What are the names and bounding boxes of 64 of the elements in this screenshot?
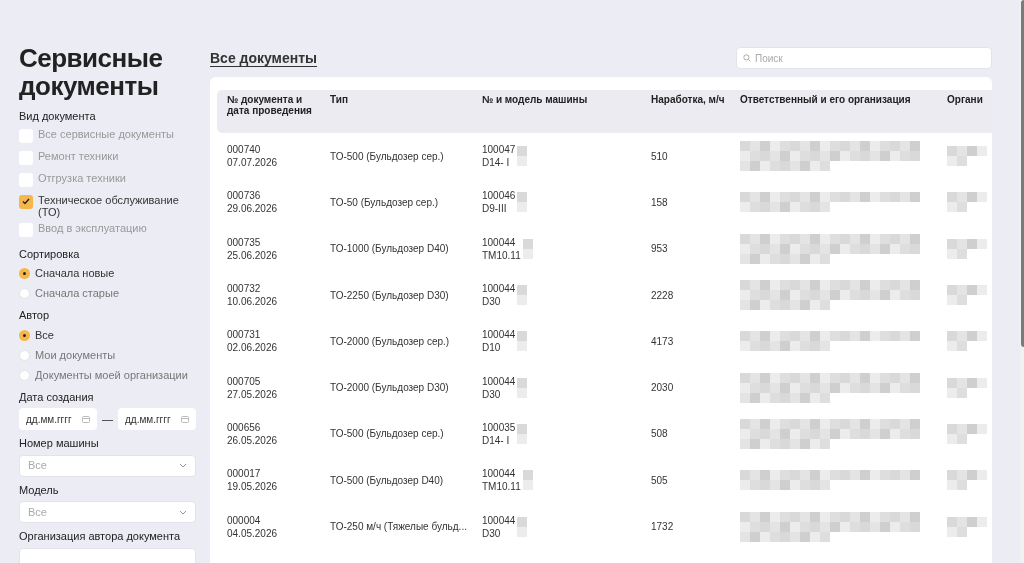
table-cell-text: 000735 25.06.2026 xyxy=(227,235,279,262)
column-header: № документа и дата проведения xyxy=(227,94,313,118)
date-field[interactable]: дд.мм.гггг xyxy=(19,408,97,430)
radio-label: Все xyxy=(35,327,54,343)
table-cell-text: 000736 29.06.2026 xyxy=(227,189,279,216)
page-title: Сервисные документы xyxy=(19,44,164,100)
table-cell-text: 953 xyxy=(651,242,669,257)
table-cell-text: 000004 04.05.2026 xyxy=(227,513,279,540)
radio-label: Сначала новые xyxy=(35,266,115,282)
table-cell-text: ТО-500 (Бульдозер сер.) xyxy=(330,149,445,164)
table-cell-text: 4173 xyxy=(651,334,675,349)
table-cell-text: ТО-500 (Бульдозер сер.) xyxy=(330,427,445,442)
table-cell-text: 2030 xyxy=(651,381,675,396)
table-cell-text: 000705 27.05.2026 xyxy=(227,374,279,401)
checkbox-label: Техническое обслуживание (ТО) xyxy=(38,193,180,218)
table-cell-text: ТО-1000 (Бульдозер D40) xyxy=(330,242,450,257)
section-label: Дата создания xyxy=(19,389,95,405)
table-cell-text: 510 xyxy=(651,149,669,164)
table-cell: 100044 TM10.11 xyxy=(482,467,521,494)
table-cell-text: 000017 19.05.2026 xyxy=(227,467,279,494)
table-cell: 100035 D14- I xyxy=(482,420,516,447)
table-cell-text: 158 xyxy=(651,195,669,210)
radio-label: Сначала старые xyxy=(35,286,119,302)
table-cell: 100044 D30 xyxy=(482,282,516,309)
section-label: Сортировка xyxy=(19,246,81,262)
section-label: Модель xyxy=(19,482,60,498)
table-cell: 100044 TM10.11 xyxy=(482,235,521,262)
table-cell-text: ТО-2250 (Бульдозер D30) xyxy=(330,288,450,303)
table-cell: 100044 D30 xyxy=(482,513,516,540)
section-label: Вид документа xyxy=(19,109,97,124)
table-cell-text: 2228 xyxy=(651,288,675,303)
section-label: Номер машины xyxy=(19,436,100,451)
table-cell: 100044 D30 xyxy=(482,374,516,401)
table-cell-text: 000740 07.07.2026 xyxy=(227,143,279,170)
checkbox-label: Все сервисные документы xyxy=(38,127,174,140)
table-cell-text: ТО-50 (Бульдозер сер.) xyxy=(330,195,440,210)
column-header: Ответственный и его организация xyxy=(740,94,912,107)
table-cell-text: ТО-2000 (Бульдозер D30) xyxy=(330,381,450,396)
column-header: Тип xyxy=(330,94,349,107)
table-cell-text: 000731 02.06.2026 xyxy=(227,328,279,355)
radio-label: Документы моей организации xyxy=(35,367,188,383)
range-separator: — xyxy=(102,411,113,427)
table-cell-text: 000732 10.06.2026 xyxy=(227,282,279,309)
table-cell: 100044 D10 xyxy=(482,328,516,355)
table-cell-text: ТО-500 (Бульдозер D40) xyxy=(330,473,445,488)
section-label: Автор xyxy=(19,308,51,323)
table-cell-text: 505 xyxy=(651,473,669,488)
date-field[interactable]: дд.мм.гггг xyxy=(118,408,196,430)
column-header: № и модель машины xyxy=(482,94,589,107)
table-cell-text: ТО-250 м/ч (Тяжелые бульд... xyxy=(330,520,468,534)
table-cell: 100046 D9-III xyxy=(482,189,516,216)
radio-label: Мои документы xyxy=(35,347,116,363)
tab[interactable]: Все документы xyxy=(210,47,318,69)
section-label: Организация автора документа xyxy=(19,529,182,544)
column-header: Наработка, м/ч xyxy=(651,94,726,107)
table-cell-text: 000656 26.05.2026 xyxy=(227,420,279,447)
table-cell-text: 508 xyxy=(651,427,669,442)
checkbox-label: Ввод в эксплуатацию xyxy=(38,221,147,234)
table-cell: 100047 D14- I xyxy=(482,143,516,170)
table-cell-text: ТО-2000 (Бульдозер сер.) xyxy=(330,334,451,349)
column-header: Органи xyxy=(947,94,984,107)
checkbox-label: Ремонт техники xyxy=(38,149,119,162)
checkbox-label: Отгрузка техники xyxy=(38,171,126,184)
table-cell-text: 1732 xyxy=(651,520,675,534)
